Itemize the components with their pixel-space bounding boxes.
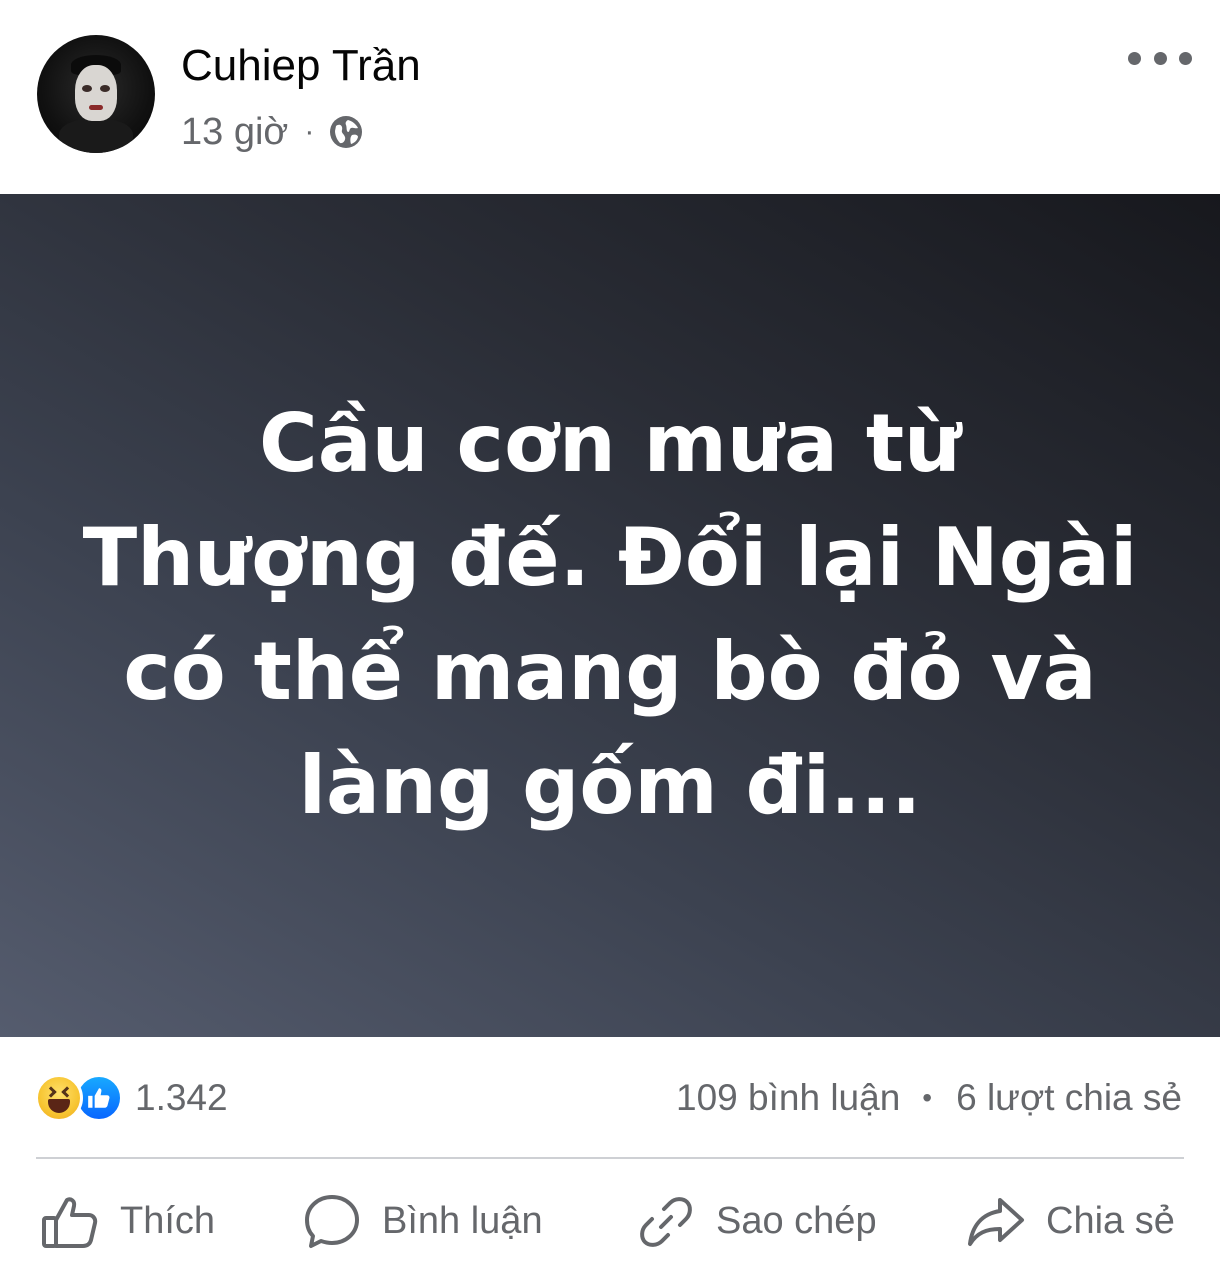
- avatar-body: [59, 119, 133, 153]
- haha-eyes: [47, 1088, 71, 1096]
- more-dot: [1179, 51, 1192, 65]
- more-options-button[interactable]: [1128, 40, 1192, 76]
- post-header: Cuhiep Trần 13 giờ ·: [0, 0, 1220, 194]
- post-text: Cầu cơn mưa từ Thượng đế. Đổi lại Ngài c…: [82, 396, 1138, 832]
- background-text-post[interactable]: Cầu cơn mưa từ Thượng đế. Đổi lại Ngài c…: [0, 194, 1220, 1037]
- thumbs-up-glyph: [88, 1088, 110, 1108]
- comment-label: Bình luận: [382, 1200, 543, 1242]
- link-icon: [640, 1196, 692, 1247]
- more-dot: [1153, 51, 1167, 65]
- share-button[interactable]: Chia sẻ: [966, 1160, 1175, 1283]
- avatar-eye-left: [82, 85, 92, 92]
- copy-label: Sao chép: [716, 1200, 877, 1242]
- avatar-mouth: [89, 105, 103, 110]
- more-dot: [1128, 51, 1141, 65]
- comment-icon: [305, 1194, 359, 1248]
- haha-mouth: [48, 1099, 70, 1113]
- like-button[interactable]: Thích: [40, 1160, 215, 1283]
- reaction-count: 1.342: [135, 1077, 228, 1118]
- haha-icon: [35, 1074, 83, 1122]
- engagement-counts: 109 bình luận • 6 lượt chia sẻ: [676, 1077, 1182, 1119]
- comment-count[interactable]: 109 bình luận: [676, 1077, 900, 1119]
- post-stats: 1.342 109 bình luận • 6 lượt chia sẻ: [0, 1037, 1220, 1157]
- divider: [36, 1157, 1184, 1159]
- reactions-summary[interactable]: 1.342: [35, 1073, 228, 1123]
- author-name[interactable]: Cuhiep Trần: [181, 40, 421, 92]
- facebook-post: Cuhiep Trần 13 giờ · Cầu cơn mưa từ Thượ…: [0, 0, 1220, 1283]
- comment-button[interactable]: Bình luận: [302, 1160, 543, 1283]
- author-avatar[interactable]: [37, 35, 155, 153]
- avatar-eye-right: [100, 85, 110, 92]
- avatar-face: [75, 65, 117, 121]
- share-arrow-icon: [968, 1197, 1024, 1246]
- share-label: Chia sẻ: [1046, 1200, 1175, 1242]
- stats-bullet: •: [922, 1082, 933, 1113]
- meta-separator: ·: [304, 115, 315, 148]
- thumbs-up-icon: [42, 1196, 98, 1248]
- globe-icon[interactable]: [328, 114, 364, 150]
- share-count[interactable]: 6 lượt chia sẻ: [956, 1077, 1182, 1119]
- action-bar: Thích Bình luận Sao chép Chia sẻ: [0, 1160, 1220, 1283]
- copy-link-button[interactable]: Sao chép: [636, 1160, 877, 1283]
- post-meta: 13 giờ ·: [181, 110, 364, 154]
- like-label: Thích: [120, 1200, 216, 1242]
- post-time[interactable]: 13 giờ: [181, 111, 288, 154]
